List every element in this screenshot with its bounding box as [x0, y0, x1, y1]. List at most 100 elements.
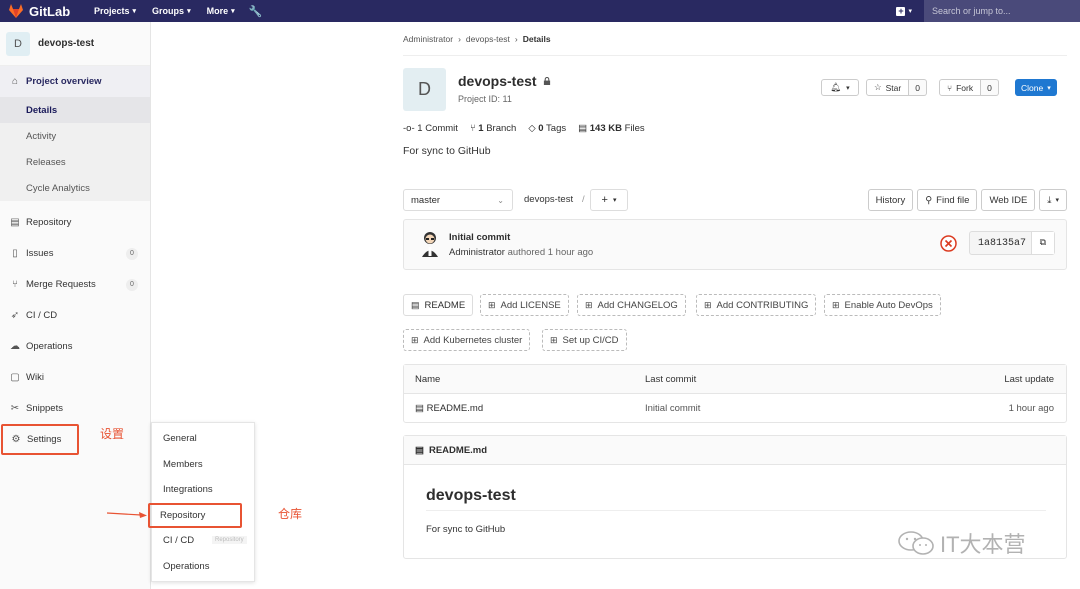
commit-sha[interactable]: 1a8135a7 ⧉ [969, 231, 1055, 255]
file-name[interactable]: ▤ README.md [415, 403, 483, 414]
breadcrumb-item[interactable]: devops-test [466, 34, 510, 44]
commit-meta: Administrator authored 1 hour ago [449, 247, 593, 258]
readme-body: For sync to GitHub [426, 524, 506, 535]
commit-time: authored 1 hour ago [507, 247, 594, 258]
sidebar-item-operations[interactable]: ☁ Operations [0, 331, 150, 362]
add-contributing-label: Add CONTRIBUTING [716, 299, 809, 311]
flyout-item-repository[interactable]: Repository [148, 502, 242, 528]
fork-count[interactable]: 0 [981, 79, 999, 96]
download-dropdown[interactable]: ⤓ ▾ [1039, 189, 1067, 211]
find-file-label: Find file [936, 194, 970, 206]
file-icon: ▤ [578, 123, 588, 134]
gitlab-fox-icon [9, 4, 23, 18]
commits-stat[interactable]: -o- 1 Commit [403, 123, 458, 134]
file-icon: ▤ [415, 444, 424, 456]
web-ide-button[interactable]: Web IDE [981, 189, 1036, 211]
last-commit-panel: Initial commit Administrator authored 1 … [403, 219, 1067, 270]
tags-stat[interactable]: ◇ 0 Tags [528, 123, 566, 134]
new-dropdown-button[interactable]: + ▾ [896, 5, 912, 16]
fork-button[interactable]: ⑂ Fork [939, 79, 982, 96]
mr-count-badge: 0 [126, 278, 138, 291]
add-contributing-button[interactable]: ⊞ Add CONTRIBUTING [696, 294, 817, 316]
sidebar-item-label: Merge Requests [26, 279, 96, 290]
files-size: 143 KB [589, 123, 622, 134]
branch-selector[interactable]: master ⌄ [403, 189, 513, 211]
sidebar-item-settings[interactable]: ⚙ Settings [1, 424, 79, 455]
fork-icon: ⑂ [947, 82, 953, 93]
sidebar-subitem-releases[interactable]: Releases [0, 149, 150, 175]
branches-stat[interactable]: ⑂ 1 Branch [470, 123, 516, 134]
pipeline-failed-icon[interactable] [940, 235, 957, 252]
sidebar-item-label: Issues [26, 248, 54, 259]
sidebar-item-project-overview[interactable]: ⌂ Project overview [0, 66, 150, 97]
files-stat[interactable]: ▤ 143 KB Files [578, 123, 645, 134]
add-file-dropdown[interactable]: + ▾ [590, 189, 628, 211]
clone-button[interactable]: Clone ▾ [1015, 79, 1057, 96]
project-avatar: D [403, 68, 446, 111]
sidebar-item-merge-requests[interactable]: ⑂ Merge Requests 0 [0, 269, 150, 300]
star-button[interactable]: ☆ Star [866, 79, 910, 96]
history-button[interactable]: History [867, 189, 914, 211]
sidebar-item-snippets[interactable]: ✂ Snippets [0, 393, 150, 424]
sidebar-project-header[interactable]: D devops-test [0, 22, 150, 66]
chevron-down-icon: ▾ [187, 8, 191, 15]
files-label: Files [624, 123, 645, 134]
breadcrumb: Administrator › devops-test › Details [403, 34, 551, 44]
toolbar-actions: History ⚲ Find file Web IDE ⤓ ▾ [867, 189, 1067, 211]
table-row[interactable]: ▤ README.md Initial commit 1 hour ago [404, 394, 1066, 423]
commit-title[interactable]: Initial commit [449, 232, 510, 243]
enable-auto-devops-button[interactable]: ⊞ Enable Auto DevOps [824, 294, 941, 316]
sidebar-item-wiki[interactable]: ▢ Wiki [0, 362, 150, 393]
commit-author[interactable]: Administrator [449, 247, 505, 258]
add-license-button[interactable]: ⊞ Add LICENSE [480, 294, 569, 316]
chevron-down-icon: ▾ [132, 8, 137, 15]
chevron-down-icon: ▾ [1047, 84, 1051, 92]
path-separator: / [582, 194, 585, 205]
file-name-text: README.md [426, 403, 484, 414]
copy-icon[interactable]: ⧉ [1030, 232, 1054, 254]
project-stats: -o- 1 Commit ⑂ 1 Branch ◇ 0 Tags ▤ 143 K… [403, 123, 645, 134]
gitlab-logo[interactable]: GitLab [8, 4, 78, 19]
admin-wrench-icon[interactable]: 🔧 [249, 5, 263, 18]
project-title: devops-test [458, 73, 551, 89]
breadcrumb-separator: › [458, 34, 461, 44]
notification-dropdown[interactable]: 🔔︎ ▾ [821, 79, 859, 96]
sidebar-subitem-cycle-analytics[interactable]: Cycle Analytics [0, 175, 150, 201]
sidebar-item-label: Wiki [26, 372, 44, 383]
readme-button[interactable]: ▤ README [403, 294, 474, 316]
breadcrumb-item[interactable]: Administrator [403, 34, 453, 44]
add-license-label: Add LICENSE [500, 299, 561, 311]
commit-icon: -o- [403, 123, 415, 134]
breadcrumb-current[interactable]: Details [523, 34, 551, 44]
sidebar-item-label: Snippets [26, 403, 63, 414]
nav-more[interactable]: More ▾ [207, 6, 235, 16]
sidebar-subitem-details[interactable]: Details [0, 97, 150, 123]
add-kubernetes-button[interactable]: ⊞ Add Kubernetes cluster [403, 329, 531, 351]
search-icon: ⚲ [925, 194, 933, 206]
search-input[interactable]: Search or jump to... [924, 0, 1080, 22]
setup-cicd-button[interactable]: ⊞ Set up CI/CD [542, 329, 627, 351]
nav-groups[interactable]: Groups ▾ [152, 6, 191, 16]
doc-icon: ▤ [10, 217, 20, 228]
sidebar-subitem-activity[interactable]: Activity [0, 123, 150, 149]
add-changelog-button[interactable]: ⊞ Add CHANGELOG [577, 294, 686, 316]
chevron-down-icon: ▾ [1055, 197, 1059, 204]
fork-label: Fork [956, 82, 974, 93]
star-count[interactable]: 0 [909, 79, 927, 96]
file-last-commit[interactable]: Initial commit [645, 403, 700, 414]
flyout-item-general[interactable]: General [152, 426, 254, 452]
sidebar-item-repository[interactable]: ▤ Repository [0, 207, 150, 238]
user-avatar[interactable] [417, 230, 443, 258]
find-file-button[interactable]: ⚲ Find file [917, 189, 978, 211]
repo-path[interactable]: devops-test [524, 194, 573, 205]
flyout-item-integrations[interactable]: Integrations [152, 477, 254, 503]
sidebar-item-issues[interactable]: ▯ Issues 0 [0, 238, 150, 269]
nav-projects[interactable]: Projects ▾ [94, 6, 136, 16]
flyout-item-members[interactable]: Members [152, 452, 254, 478]
readme-filename[interactable]: README.md [429, 445, 487, 456]
flyout-item-operations[interactable]: Operations [152, 554, 254, 580]
plus-icon: + [896, 5, 906, 16]
sidebar-item-cicd[interactable]: ➶ CI / CD [0, 300, 150, 331]
branch-icon: ⑂ [469, 123, 476, 134]
column-header-last-commit: Last commit [645, 374, 697, 385]
